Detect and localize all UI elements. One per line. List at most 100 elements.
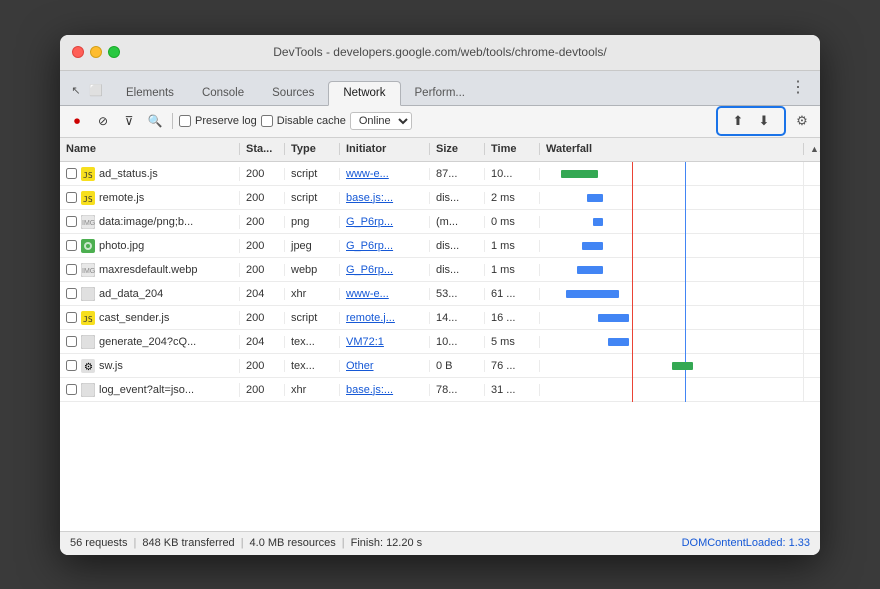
settings-button[interactable]: ⚙ xyxy=(790,110,814,132)
cell-size: dis... xyxy=(430,192,485,204)
cell-initiator: remote.j... xyxy=(340,312,430,324)
svg-text:JS: JS xyxy=(83,171,93,180)
col-header-type[interactable]: Type xyxy=(285,143,340,155)
clear-button[interactable]: ⊘ xyxy=(92,110,114,132)
file-type-icon: JS xyxy=(81,167,95,181)
cell-waterfall xyxy=(540,210,804,234)
cell-size: (m... xyxy=(430,216,485,228)
cell-time: 31 ... xyxy=(485,384,540,396)
export-button[interactable]: ⬇ xyxy=(752,110,776,132)
col-header-time[interactable]: Time xyxy=(485,143,540,155)
row-checkbox[interactable] xyxy=(66,216,77,227)
cell-size: 53... xyxy=(430,288,485,300)
file-type-icon: JS xyxy=(81,191,95,205)
cell-time: 1 ms xyxy=(485,264,540,276)
cell-waterfall xyxy=(540,354,804,378)
disable-cache-checkbox[interactable] xyxy=(261,115,273,127)
table-row[interactable]: ⚙ sw.js 200tex...Other0 B76 ... xyxy=(60,354,820,378)
tab-console[interactable]: Console xyxy=(188,82,258,105)
cell-initiator: www-e... xyxy=(340,288,430,300)
file-type-icon: ⚙ xyxy=(81,359,95,373)
svg-text:IMG: IMG xyxy=(82,268,95,275)
table-row[interactable]: ad_data_204 204xhrwww-e...53...61 ... xyxy=(60,282,820,306)
record-button[interactable]: ⏺ xyxy=(66,110,88,132)
table-row[interactable]: log_event?alt=jso... 200xhrbase.js:...78… xyxy=(60,378,820,402)
file-name: cast_sender.js xyxy=(99,312,169,324)
file-name: generate_204?cQ... xyxy=(99,336,196,348)
status-dom-content: DOMContentLoaded: 1.33 xyxy=(682,537,810,549)
cell-type: script xyxy=(285,312,340,324)
table-row[interactable]: JS cast_sender.js 200scriptremote.j...14… xyxy=(60,306,820,330)
cursor-icon[interactable]: ↖ xyxy=(68,83,84,99)
table-body: JS ad_status.js 200scriptwww-e...87...10… xyxy=(60,162,820,531)
tab-performance[interactable]: Perform... xyxy=(401,82,479,105)
col-header-waterfall[interactable]: Waterfall xyxy=(540,143,804,155)
cell-initiator: www-e... xyxy=(340,168,430,180)
table-row[interactable]: IMG maxresdefault.webp 200webpG_P6rp...d… xyxy=(60,258,820,282)
minimize-button[interactable] xyxy=(90,46,102,58)
cell-waterfall xyxy=(540,234,804,258)
filter-icon[interactable]: ⊽ xyxy=(118,110,140,132)
file-name: data:image/png;b... xyxy=(99,216,193,228)
col-header-initiator[interactable]: Initiator xyxy=(340,143,430,155)
table-row[interactable]: generate_204?cQ... 204tex...VM72:110...5… xyxy=(60,330,820,354)
device-icon[interactable]: ⬜ xyxy=(88,83,104,99)
cell-status: 200 xyxy=(240,384,285,396)
table-row[interactable]: JS ad_status.js 200scriptwww-e...87...10… xyxy=(60,162,820,186)
cell-status: 200 xyxy=(240,312,285,324)
table-row[interactable]: photo.jpg 200jpegG_P6rp...dis...1 ms xyxy=(60,234,820,258)
tab-sources[interactable]: Sources xyxy=(258,82,328,105)
tab-elements[interactable]: Elements xyxy=(112,82,188,105)
row-checkbox[interactable] xyxy=(66,288,77,299)
file-name: ad_data_204 xyxy=(99,288,163,300)
row-checkbox[interactable] xyxy=(66,264,77,275)
cell-initiator: VM72:1 xyxy=(340,336,430,348)
more-tabs-icon[interactable]: ⋮ xyxy=(784,75,812,99)
cell-waterfall xyxy=(540,186,804,210)
col-header-status[interactable]: Sta... xyxy=(240,143,285,155)
status-requests: 56 requests xyxy=(70,537,127,549)
row-checkbox[interactable] xyxy=(66,384,77,395)
preserve-log-checkbox[interactable] xyxy=(179,115,191,127)
import-button[interactable]: ⬆ xyxy=(726,110,750,132)
cell-name: JS remote.js xyxy=(60,191,240,205)
sort-arrow: ▲ xyxy=(804,144,820,154)
row-checkbox[interactable] xyxy=(66,168,77,179)
cell-status: 200 xyxy=(240,240,285,252)
close-button[interactable] xyxy=(72,46,84,58)
toolbar-right: ⬆ ⬇ ⚙ xyxy=(716,106,814,136)
col-header-name[interactable]: Name xyxy=(60,143,240,155)
cell-type: png xyxy=(285,216,340,228)
search-icon[interactable]: 🔍 xyxy=(144,110,166,132)
file-type-icon: IMG xyxy=(81,215,95,229)
table-row[interactable]: IMG data:image/png;b... 200pngG_P6rp...(… xyxy=(60,210,820,234)
row-checkbox[interactable] xyxy=(66,336,77,347)
cell-initiator: Other xyxy=(340,360,430,372)
cell-initiator: base.js:... xyxy=(340,384,430,396)
table-row[interactable]: JS remote.js 200scriptbase.js:...dis...2… xyxy=(60,186,820,210)
disable-cache-label: Disable cache xyxy=(277,115,346,127)
title-bar: DevTools - developers.google.com/web/too… xyxy=(60,35,820,71)
cell-initiator: base.js:... xyxy=(340,192,430,204)
tab-network[interactable]: Network xyxy=(328,81,400,106)
cell-type: xhr xyxy=(285,384,340,396)
table-header: Name Sta... Type Initiator Size Time Wat… xyxy=(60,138,820,162)
row-checkbox[interactable] xyxy=(66,312,77,323)
cell-type: webp xyxy=(285,264,340,276)
cell-waterfall xyxy=(540,330,804,354)
row-checkbox[interactable] xyxy=(66,192,77,203)
cell-status: 200 xyxy=(240,264,285,276)
svg-text:⚙: ⚙ xyxy=(84,362,93,373)
row-checkbox[interactable] xyxy=(66,240,77,251)
cell-status: 204 xyxy=(240,336,285,348)
maximize-button[interactable] xyxy=(108,46,120,58)
throttle-select[interactable]: Online xyxy=(350,112,412,130)
cell-name: IMG maxresdefault.webp xyxy=(60,263,240,277)
svg-text:JS: JS xyxy=(83,195,93,204)
row-checkbox[interactable] xyxy=(66,360,77,371)
file-type-icon xyxy=(81,239,95,253)
col-header-size[interactable]: Size xyxy=(430,143,485,155)
file-name: log_event?alt=jso... xyxy=(99,384,194,396)
cell-size: 78... xyxy=(430,384,485,396)
file-type-icon: IMG xyxy=(81,263,95,277)
